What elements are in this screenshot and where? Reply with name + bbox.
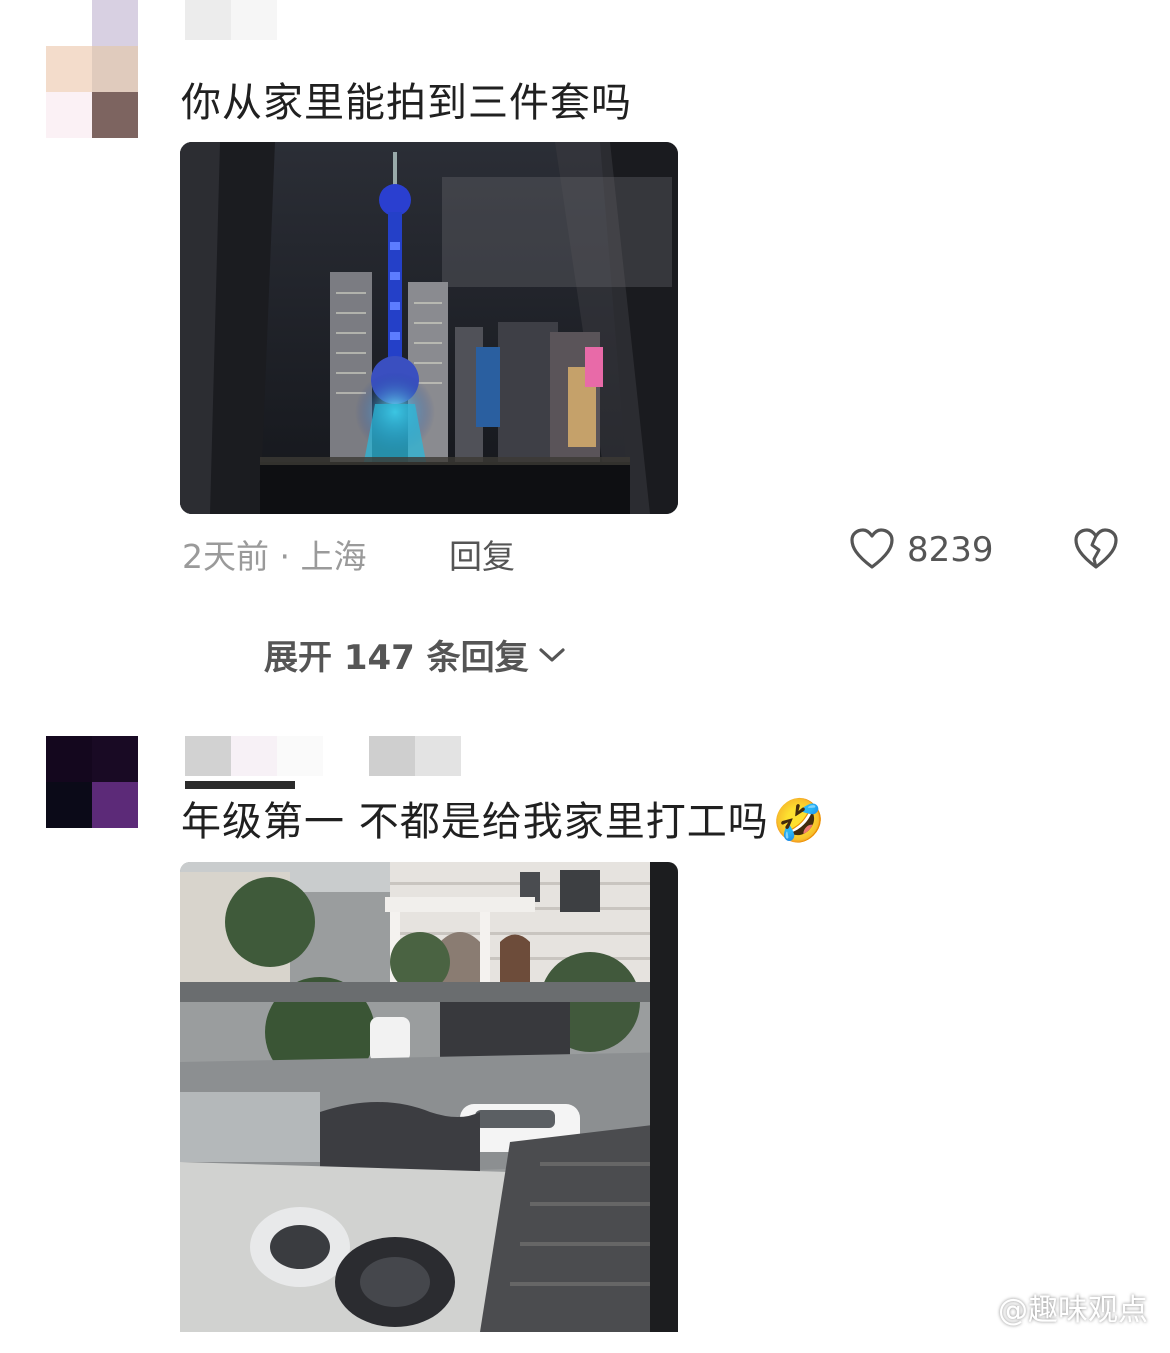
dislike-button[interactable] — [1072, 526, 1120, 574]
expand-replies-button[interactable]: 展开 147 条回复 — [264, 630, 567, 679]
avatar-pixel-top — [92, 0, 138, 46]
like-count: 8239 — [907, 530, 994, 570]
skyline-photo — [180, 142, 678, 514]
watermark: @趣味观点 — [960, 1285, 1148, 1329]
comment-text: 你从家里能拍到三件套吗 — [181, 80, 632, 126]
expand-replies-label: 展开 147 条回复 — [264, 638, 529, 678]
heart-icon — [850, 528, 894, 569]
username[interactable] — [185, 736, 461, 776]
like-button[interactable] — [848, 526, 896, 574]
username-underline — [185, 781, 295, 789]
paw-icon — [960, 1291, 992, 1323]
comment-time-location: 2天前 · 上海 — [182, 537, 367, 576]
chevron-down-icon — [539, 647, 565, 662]
comment-image[interactable] — [180, 142, 678, 514]
laughing-emoji-icon: 🤣 — [772, 796, 827, 845]
username[interactable] — [185, 0, 277, 40]
comment-text: 年级第一 不都是给我家里打工吗🤣 — [181, 796, 826, 847]
broken-heart-icon — [1074, 528, 1118, 569]
avatar[interactable] — [46, 46, 138, 138]
villa-photo — [180, 862, 678, 1332]
comment-image[interactable] — [180, 862, 678, 1332]
reply-button[interactable]: 回复 — [449, 530, 515, 578]
comment-text-body: 年级第一 不都是给我家里打工吗 — [181, 799, 769, 845]
avatar[interactable] — [46, 736, 138, 828]
watermark-text: @趣味观点 — [998, 1293, 1148, 1328]
